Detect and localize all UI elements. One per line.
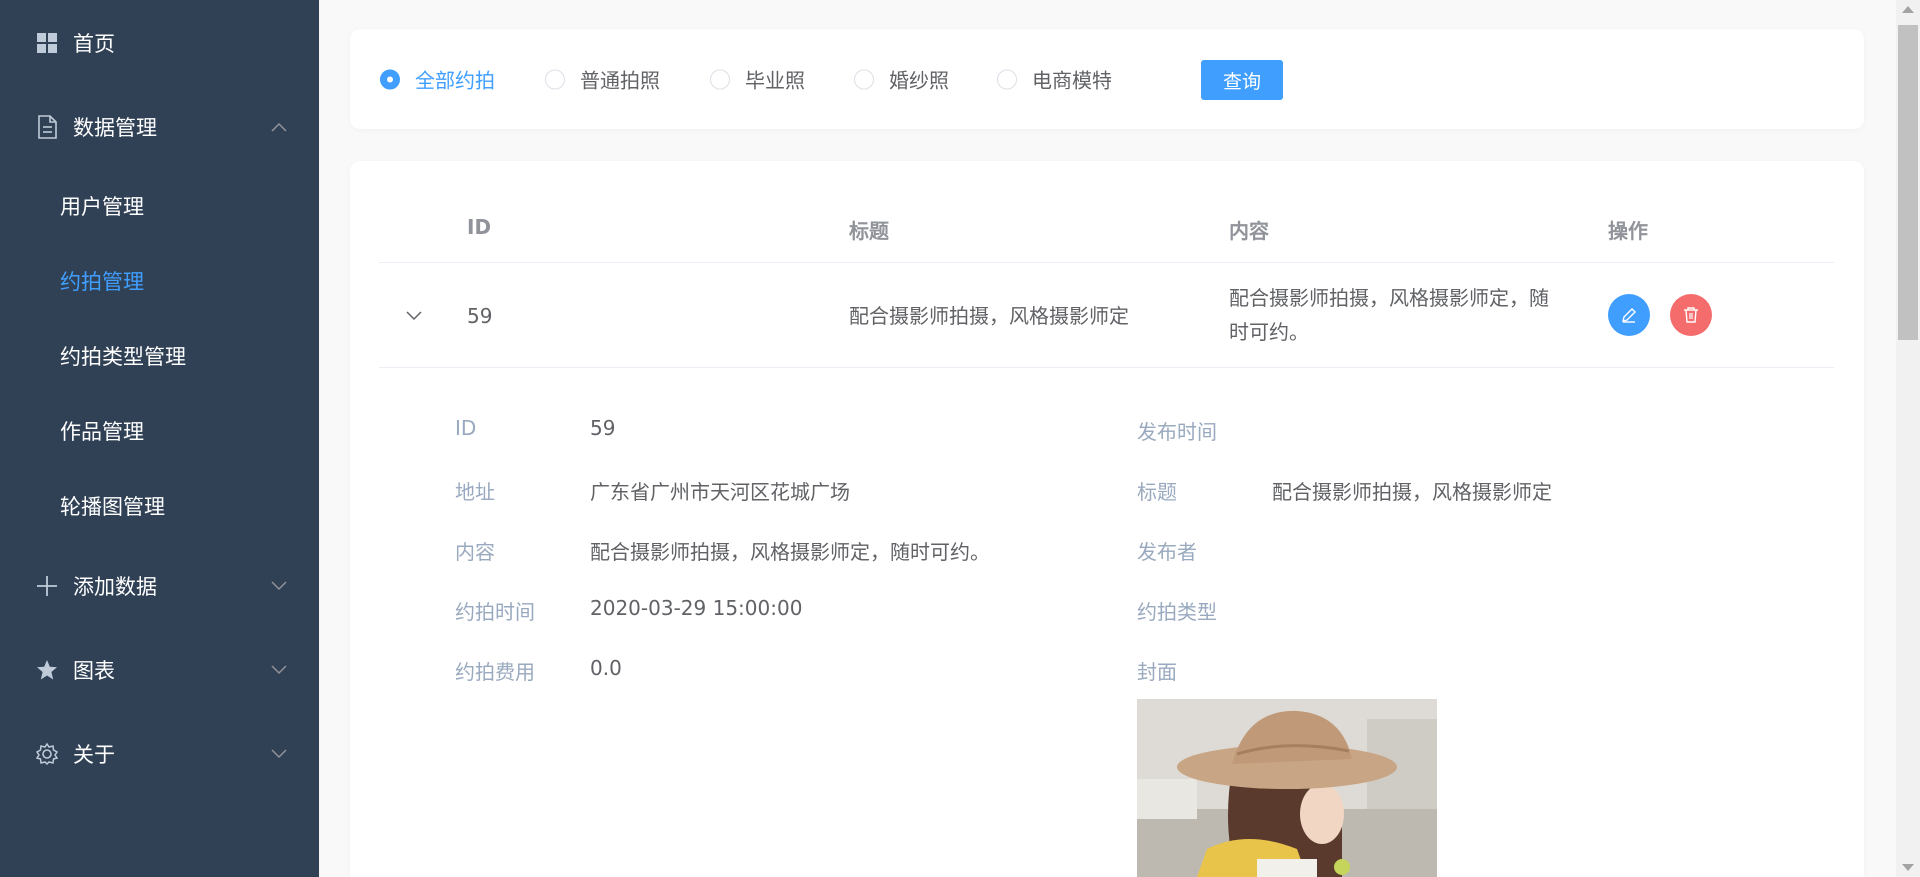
column-header-id[interactable]: ID bbox=[467, 215, 491, 239]
detail-label-id: ID bbox=[455, 416, 477, 440]
row-content-line-2: 时可约。 bbox=[1229, 320, 1309, 344]
table-card bbox=[350, 161, 1864, 877]
detail-value-id: 59 bbox=[590, 416, 616, 440]
sidebar-item-user-management[interactable]: 用户管理 bbox=[0, 178, 319, 234]
detail-label-fee: 约拍费用 bbox=[455, 660, 535, 684]
sidebar-item-label: 约拍管理 bbox=[60, 270, 144, 294]
detail-value-time: 2020-03-29 15:00:00 bbox=[590, 596, 803, 620]
sidebar-item-label: 轮播图管理 bbox=[60, 495, 165, 519]
detail-value-address: 广东省广州市天河区花城广场 bbox=[590, 480, 850, 504]
detail-value-title: 配合摄影师拍摄，风格摄影师定 bbox=[1272, 480, 1552, 504]
gear-icon bbox=[35, 742, 59, 766]
chevron-down-icon bbox=[271, 749, 287, 759]
sidebar-item-appointment-type-management[interactable]: 约拍类型管理 bbox=[0, 328, 319, 384]
query-button[interactable]: 查询 bbox=[1201, 60, 1283, 100]
main-content: 全部约拍 普通拍照 毕业照 婚纱照 电商模特 查询 bbox=[320, 0, 1896, 877]
edit-button[interactable] bbox=[1608, 294, 1650, 336]
detail-label-publish-time: 发布时间 bbox=[1137, 420, 1217, 444]
detail-label-time: 约拍时间 bbox=[455, 600, 535, 624]
radio-dot bbox=[545, 69, 565, 89]
menu-label-about: 关于 bbox=[73, 743, 115, 767]
radio-wedding[interactable]: 婚纱照 bbox=[854, 65, 949, 94]
menu-item-charts[interactable]: 图表 bbox=[0, 642, 319, 698]
menu-label-home: 首页 bbox=[73, 32, 115, 56]
chevron-down-icon bbox=[271, 665, 287, 675]
scroll-down-arrow-icon[interactable] bbox=[1902, 864, 1914, 871]
radio-label: 全部约拍 bbox=[415, 68, 495, 93]
menu-item-home[interactable]: 首页 bbox=[0, 15, 319, 71]
sidebar-item-label: 用户管理 bbox=[60, 195, 144, 219]
sidebar-item-label: 作品管理 bbox=[60, 420, 144, 444]
filter-card: 全部约拍 普通拍照 毕业照 婚纱照 电商模特 查询 bbox=[350, 29, 1864, 129]
radio-label: 普通拍照 bbox=[580, 68, 660, 93]
row-divider bbox=[379, 367, 1834, 368]
row-content-line-1: 配合摄影师拍摄，风格摄影师定，随 bbox=[1229, 286, 1549, 310]
menu-item-add-data[interactable]: 添加数据 bbox=[0, 558, 319, 614]
column-header-content[interactable]: 内容 bbox=[1229, 215, 1269, 244]
menu-label-data-management: 数据管理 bbox=[73, 116, 157, 140]
row-title: 配合摄影师拍摄，风格摄影师定 bbox=[849, 304, 1129, 328]
star-icon bbox=[35, 658, 59, 682]
scroll-up-arrow-icon[interactable] bbox=[1902, 6, 1914, 13]
sidebar: 首页 数据管理 用户管理 约拍管理 约拍类型管理 作品管理 轮播图管理 添加数据… bbox=[0, 0, 319, 877]
menu-item-about[interactable]: 关于 bbox=[0, 726, 319, 782]
chevron-down-icon[interactable] bbox=[406, 309, 422, 321]
radio-dot bbox=[710, 69, 730, 89]
detail-label-content: 内容 bbox=[455, 540, 495, 564]
radio-graduation[interactable]: 毕业照 bbox=[710, 65, 805, 94]
detail-label-address: 地址 bbox=[455, 480, 495, 504]
radio-label: 婚纱照 bbox=[889, 68, 949, 93]
chevron-down-icon bbox=[271, 581, 287, 591]
radio-dot bbox=[854, 69, 874, 89]
edit-icon bbox=[1622, 308, 1636, 323]
document-icon bbox=[35, 115, 59, 139]
column-header-title[interactable]: 标题 bbox=[849, 215, 889, 244]
menu-label-add-data: 添加数据 bbox=[73, 575, 157, 599]
radio-dot bbox=[380, 69, 400, 89]
plus-icon bbox=[35, 574, 59, 598]
radio-dot bbox=[997, 69, 1017, 89]
vertical-scrollbar[interactable] bbox=[1896, 0, 1920, 877]
radio-normal-photo[interactable]: 普通拍照 bbox=[545, 65, 660, 94]
radio-label: 电商模特 bbox=[1032, 68, 1112, 93]
sidebar-item-carousel-management[interactable]: 轮播图管理 bbox=[0, 478, 319, 534]
sidebar-item-appointment-management[interactable]: 约拍管理 bbox=[0, 253, 319, 309]
menu-item-data-management[interactable]: 数据管理 bbox=[0, 99, 319, 155]
scrollbar-thumb[interactable] bbox=[1898, 25, 1918, 340]
radio-label: 毕业照 bbox=[745, 68, 805, 93]
trash-icon bbox=[1684, 307, 1698, 323]
row-id: 59 bbox=[467, 304, 493, 328]
detail-label-publisher: 发布者 bbox=[1137, 540, 1197, 564]
menu-label-charts: 图表 bbox=[73, 659, 115, 683]
detail-value-fee: 0.0 bbox=[590, 656, 622, 680]
grid-icon bbox=[35, 31, 59, 55]
cover-image bbox=[1137, 699, 1437, 877]
column-header-actions: 操作 bbox=[1608, 219, 1648, 243]
header-divider bbox=[379, 262, 1834, 263]
delete-button[interactable] bbox=[1670, 294, 1712, 336]
chevron-up-icon bbox=[271, 122, 287, 132]
sidebar-item-label: 约拍类型管理 bbox=[60, 345, 186, 369]
detail-label-cover: 封面 bbox=[1137, 660, 1177, 684]
radio-ecommerce-model[interactable]: 电商模特 bbox=[997, 65, 1112, 94]
detail-label-type: 约拍类型 bbox=[1137, 600, 1217, 624]
sidebar-item-works-management[interactable]: 作品管理 bbox=[0, 403, 319, 459]
detail-value-content: 配合摄影师拍摄，风格摄影师定，随时可约。 bbox=[590, 540, 990, 564]
detail-label-title: 标题 bbox=[1137, 480, 1177, 504]
radio-all[interactable]: 全部约拍 bbox=[380, 65, 495, 94]
